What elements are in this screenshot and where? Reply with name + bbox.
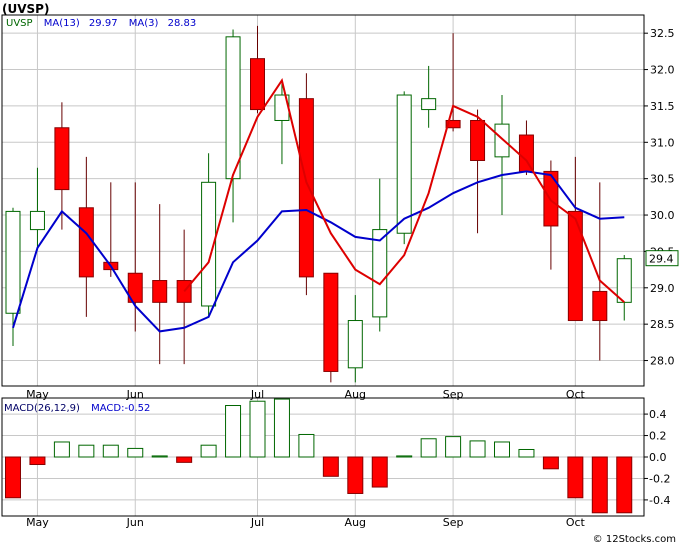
legend-ma13-label: MA(13) xyxy=(44,18,80,29)
candle-body xyxy=(347,320,363,369)
legend-ma3-label: MA(3) xyxy=(129,18,159,29)
chart-title: (UVSP) xyxy=(2,2,49,16)
legend-ma13-value: 29.97 xyxy=(89,18,118,29)
candle-body xyxy=(54,127,70,191)
candle-body xyxy=(78,207,94,278)
macd-bar xyxy=(249,400,266,458)
candle-body xyxy=(592,290,608,322)
macd-bar xyxy=(5,456,21,499)
candle-body xyxy=(29,210,45,231)
candle-body xyxy=(518,134,534,172)
macd-tick-label: 0.0 xyxy=(649,451,667,464)
price-tick-label: 32.5 xyxy=(650,27,675,40)
macd-legend-value: MACD:-0.52 xyxy=(91,403,150,414)
macd-bar xyxy=(567,456,584,499)
candle-body xyxy=(372,229,388,318)
candle-body xyxy=(176,280,192,303)
macd-legend-label: MACD(26,12,9) xyxy=(4,403,80,414)
chart-svg: (UVSP) 28.028.529.029.530.030.531.031.53… xyxy=(0,0,680,546)
macd-bar xyxy=(225,405,242,458)
macd-bar xyxy=(371,456,388,488)
macd-bar xyxy=(176,456,193,463)
chart-legend: UVSP MA(13) 29.97 MA(3) 28.83 xyxy=(6,18,196,29)
macd-tick-label: -0.4 xyxy=(649,494,670,507)
x-tick-label: May xyxy=(26,516,49,529)
candle-body xyxy=(396,94,412,234)
price-tick-label: 31.5 xyxy=(650,100,675,113)
macd-bar xyxy=(469,440,486,458)
price-tick-label: 32.0 xyxy=(650,64,675,77)
macd-bar xyxy=(494,441,510,458)
candle-body xyxy=(323,272,339,372)
watermark: © 12Stocks.com xyxy=(593,534,676,545)
macd-bar xyxy=(151,455,168,458)
x-tick-label: Oct xyxy=(566,516,586,529)
price-tick-label: 30.0 xyxy=(650,209,675,222)
macd-bar xyxy=(542,456,559,470)
last-price-label: 29.4 xyxy=(649,253,674,266)
last-price-tag: 29.4 xyxy=(645,250,679,267)
candle xyxy=(323,272,339,383)
macd-legend: MACD(26,12,9) MACD:-0.52 xyxy=(4,403,150,414)
candle-body xyxy=(5,210,21,314)
candle-body xyxy=(225,36,241,180)
price-tick-label: 28.5 xyxy=(650,318,675,331)
macd-tick-label: -0.2 xyxy=(649,472,670,485)
macd-bar xyxy=(29,456,46,466)
candle-body xyxy=(250,58,265,111)
macd-bar xyxy=(347,456,364,494)
legend-symbol: UVSP xyxy=(6,18,33,29)
macd-bar xyxy=(102,444,119,458)
x-tick-label: Sep xyxy=(443,516,464,529)
price-tick-label: 31.0 xyxy=(650,136,675,149)
macd-bar xyxy=(53,441,70,458)
price-tick-label: 29.0 xyxy=(650,282,675,295)
macd-bar xyxy=(273,398,290,458)
candle-body xyxy=(616,258,632,303)
candle-body xyxy=(298,98,314,278)
macd-bar xyxy=(78,444,95,458)
macd-bar xyxy=(518,448,535,458)
macd-bar xyxy=(200,444,217,458)
x-tick-label: Jul xyxy=(250,516,264,529)
macd-tick-label: 0.4 xyxy=(649,408,667,421)
macd-bar xyxy=(322,456,339,477)
candle-body xyxy=(421,98,437,111)
candle-body xyxy=(152,280,168,303)
macd-bar xyxy=(396,455,413,458)
candle-body xyxy=(470,119,486,161)
price-tick-label: 30.5 xyxy=(650,173,675,186)
x-tick-label: Aug xyxy=(345,516,366,529)
legend-ma3-value: 28.83 xyxy=(168,18,197,29)
macd-bar xyxy=(591,456,608,514)
stock-chart: (UVSP) 28.028.529.029.530.030.531.031.53… xyxy=(0,0,680,546)
x-tick-label: Jun xyxy=(126,516,144,529)
price-tick-label: 28.0 xyxy=(650,355,675,368)
macd-bar xyxy=(127,447,144,458)
candle xyxy=(396,91,412,245)
candle-body xyxy=(567,210,583,322)
macd-tick-label: 0.2 xyxy=(649,430,667,443)
macd-bar xyxy=(420,438,437,458)
macd-bar xyxy=(616,456,633,514)
macd-bar xyxy=(298,433,315,458)
candle-body xyxy=(494,123,510,158)
macd-bar xyxy=(445,436,462,458)
